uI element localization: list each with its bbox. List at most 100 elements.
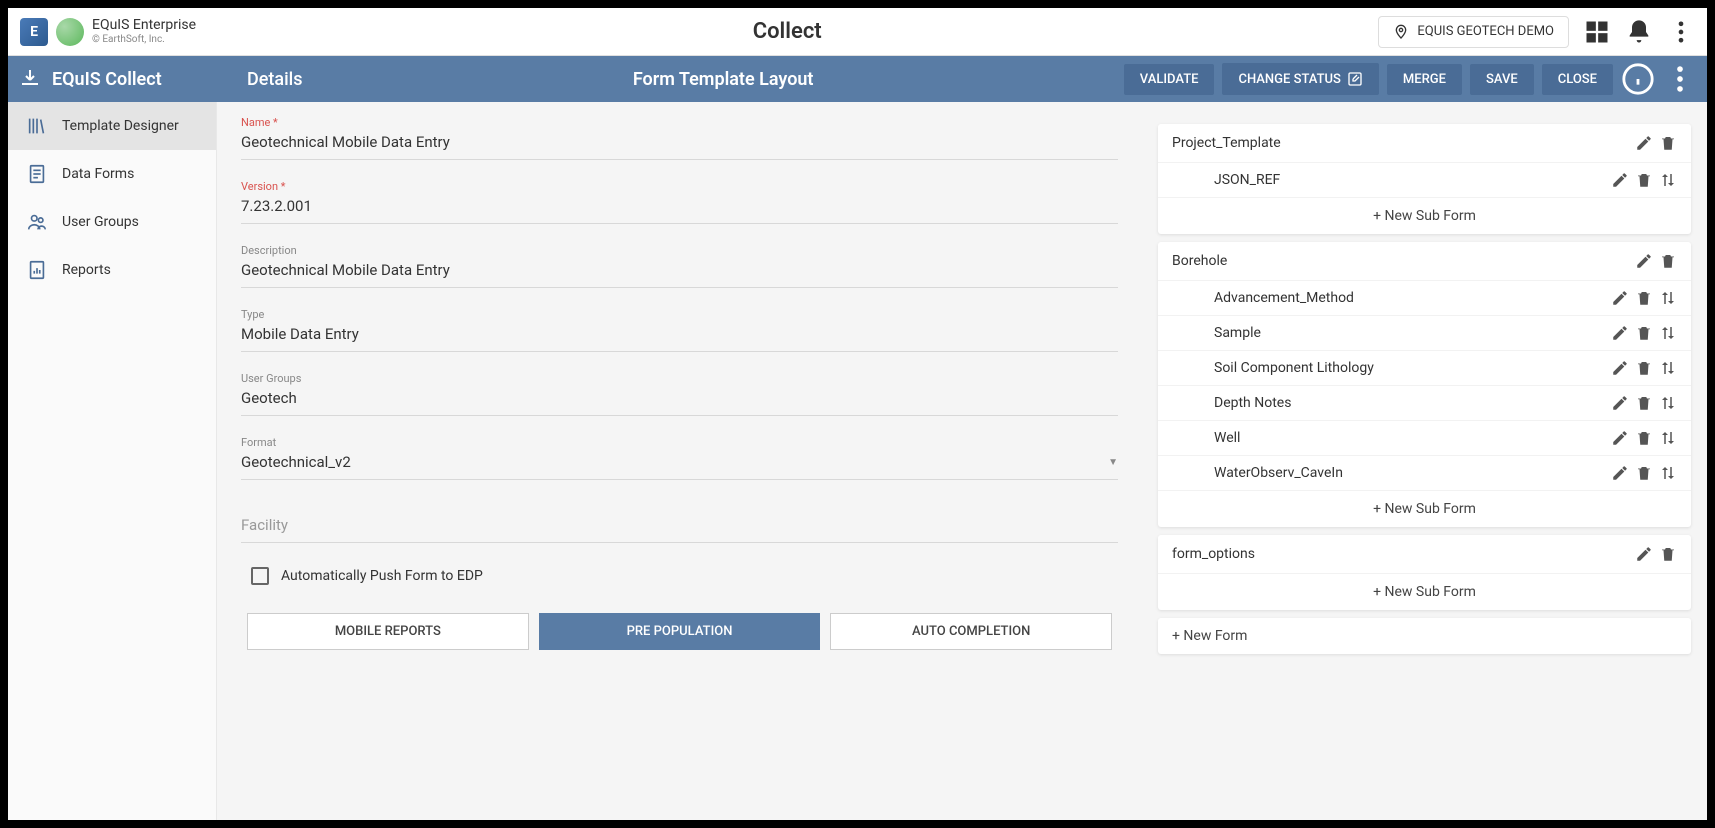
mobile-reports-button[interactable]: MOBILE REPORTS [247, 613, 529, 650]
sub-form-row[interactable]: Well [1158, 420, 1691, 455]
sidebar-item-label: User Groups [62, 214, 139, 230]
trash-icon[interactable] [1635, 394, 1653, 412]
sub-form-row[interactable]: Advancement_Method [1158, 280, 1691, 315]
trash-icon[interactable] [1659, 134, 1677, 152]
blue-left: EQuIS Collect [18, 67, 227, 91]
edit-icon[interactable] [1635, 545, 1653, 563]
row-actions [1611, 359, 1677, 377]
user-groups-field[interactable]: User Groups Geotech [241, 372, 1118, 416]
sub-form-row[interactable]: Depth Notes [1158, 385, 1691, 420]
logo-title: EQuIS Enterprise [92, 18, 196, 33]
sort-icon[interactable] [1659, 324, 1677, 342]
form-header[interactable]: Project_Template [1158, 124, 1691, 162]
blue-actions: VALIDATE CHANGE STATUS MERGE SAVE CLOSE [1124, 62, 1697, 96]
sidebar-item-reports[interactable]: Reports [8, 246, 216, 294]
trash-icon[interactable] [1635, 359, 1653, 377]
sidebar-item-data-forms[interactable]: Data Forms [8, 150, 216, 198]
pre-population-button[interactable]: PRE POPULATION [539, 613, 821, 650]
sub-form-row[interactable]: Sample [1158, 315, 1691, 350]
sub-form-row[interactable]: JSON_REF [1158, 162, 1691, 197]
trash-icon[interactable] [1635, 289, 1653, 307]
edit-icon[interactable] [1611, 464, 1629, 482]
row-actions [1635, 545, 1677, 563]
kebab-menu-icon[interactable] [1667, 18, 1695, 46]
form-header[interactable]: Borehole [1158, 242, 1691, 280]
edit-icon[interactable] [1611, 394, 1629, 412]
page-title: Collect [196, 19, 1378, 44]
sort-icon[interactable] [1659, 464, 1677, 482]
dashboard-icon[interactable] [1583, 18, 1611, 46]
validate-button[interactable]: VALIDATE [1124, 64, 1215, 95]
sub-form-row[interactable]: Soil Component Lithology [1158, 350, 1691, 385]
row-actions [1635, 134, 1677, 152]
sort-icon[interactable] [1659, 359, 1677, 377]
facility-field[interactable]: Facility [241, 512, 1118, 543]
trash-icon[interactable] [1659, 252, 1677, 270]
description-value: Geotechnical Mobile Data Entry [241, 257, 1118, 283]
sort-icon[interactable] [1659, 429, 1677, 447]
bell-icon[interactable] [1625, 18, 1653, 46]
trash-icon[interactable] [1635, 429, 1653, 447]
version-field[interactable]: Version * 7.23.2.001 [241, 180, 1118, 224]
version-value: 7.23.2.001 [241, 193, 1118, 219]
logo-text: EQuIS Enterprise © EarthSoft, Inc. [92, 18, 196, 44]
sort-icon[interactable] [1659, 394, 1677, 412]
validate-label: VALIDATE [1140, 72, 1199, 87]
sub-form-name: Advancement_Method [1214, 290, 1354, 306]
sub-form-name: JSON_REF [1214, 172, 1280, 188]
demo-button[interactable]: EQUIS GEOTECH DEMO [1378, 16, 1569, 48]
auto-push-checkbox[interactable] [251, 567, 269, 585]
edit-icon[interactable] [1611, 429, 1629, 447]
sub-form-row[interactable]: WaterObserv_CaveIn [1158, 455, 1691, 490]
edit-icon[interactable] [1611, 171, 1629, 189]
change-status-label: CHANGE STATUS [1238, 72, 1340, 87]
merge-button[interactable]: MERGE [1387, 64, 1462, 95]
info-icon[interactable] [1621, 62, 1655, 96]
app-frame: E EQuIS Enterprise © EarthSoft, Inc. Col… [8, 8, 1707, 820]
format-label: Format [241, 436, 1118, 449]
close-button[interactable]: CLOSE [1542, 64, 1613, 95]
edit-icon[interactable] [1611, 324, 1629, 342]
module-title: EQuIS Collect [52, 69, 162, 90]
trash-icon[interactable] [1635, 171, 1653, 189]
form-name: Project_Template [1172, 135, 1281, 151]
format-field[interactable]: Format Geotechnical_v2 ▼ [241, 436, 1118, 480]
sidebar-item-template-designer[interactable]: Template Designer [8, 102, 216, 150]
form-card: Borehole Advancement_Method Sample Soil … [1158, 242, 1691, 527]
row-actions [1611, 429, 1677, 447]
form-card: form_options + New Sub Form [1158, 535, 1691, 610]
trash-icon[interactable] [1635, 464, 1653, 482]
form-header[interactable]: form_options [1158, 535, 1691, 573]
sort-icon[interactable] [1659, 289, 1677, 307]
logo-e-icon: E [20, 18, 48, 46]
edit-icon[interactable] [1611, 289, 1629, 307]
sort-icon[interactable] [1659, 171, 1677, 189]
save-button[interactable]: SAVE [1470, 64, 1534, 95]
trash-icon[interactable] [1635, 324, 1653, 342]
type-field[interactable]: Type Mobile Data Entry [241, 308, 1118, 352]
sidebar-item-label: Template Designer [62, 118, 179, 134]
name-value: Geotechnical Mobile Data Entry [241, 129, 1118, 155]
close-label: CLOSE [1558, 72, 1597, 87]
new-form-button[interactable]: + New Form [1158, 618, 1691, 654]
section-label: Details [227, 69, 323, 90]
new-sub-form-button[interactable]: + New Sub Form [1158, 490, 1691, 527]
edit-icon[interactable] [1635, 252, 1653, 270]
kebab-menu-icon[interactable] [1663, 62, 1697, 96]
auto-push-checkbox-row: Automatically Push Form to EDP [251, 567, 1108, 585]
new-sub-form-button[interactable]: + New Sub Form [1158, 573, 1691, 610]
sidebar-item-user-groups[interactable]: User Groups [8, 198, 216, 246]
type-value: Mobile Data Entry [241, 321, 1118, 347]
layout-panel: Project_Template JSON_REF + New Sub Form… [1142, 102, 1707, 820]
type-label: Type [241, 308, 1118, 321]
edit-icon[interactable] [1611, 359, 1629, 377]
trash-icon[interactable] [1659, 545, 1677, 563]
edit-icon[interactable] [1635, 134, 1653, 152]
user-groups-label: User Groups [241, 372, 1118, 385]
name-field[interactable]: Name * Geotechnical Mobile Data Entry [241, 116, 1118, 160]
description-field[interactable]: Description Geotechnical Mobile Data Ent… [241, 244, 1118, 288]
change-status-button[interactable]: CHANGE STATUS [1222, 63, 1378, 95]
logo-block: E EQuIS Enterprise © EarthSoft, Inc. [20, 18, 196, 46]
auto-completion-button[interactable]: AUTO COMPLETION [830, 613, 1112, 650]
new-sub-form-button[interactable]: + New Sub Form [1158, 197, 1691, 234]
